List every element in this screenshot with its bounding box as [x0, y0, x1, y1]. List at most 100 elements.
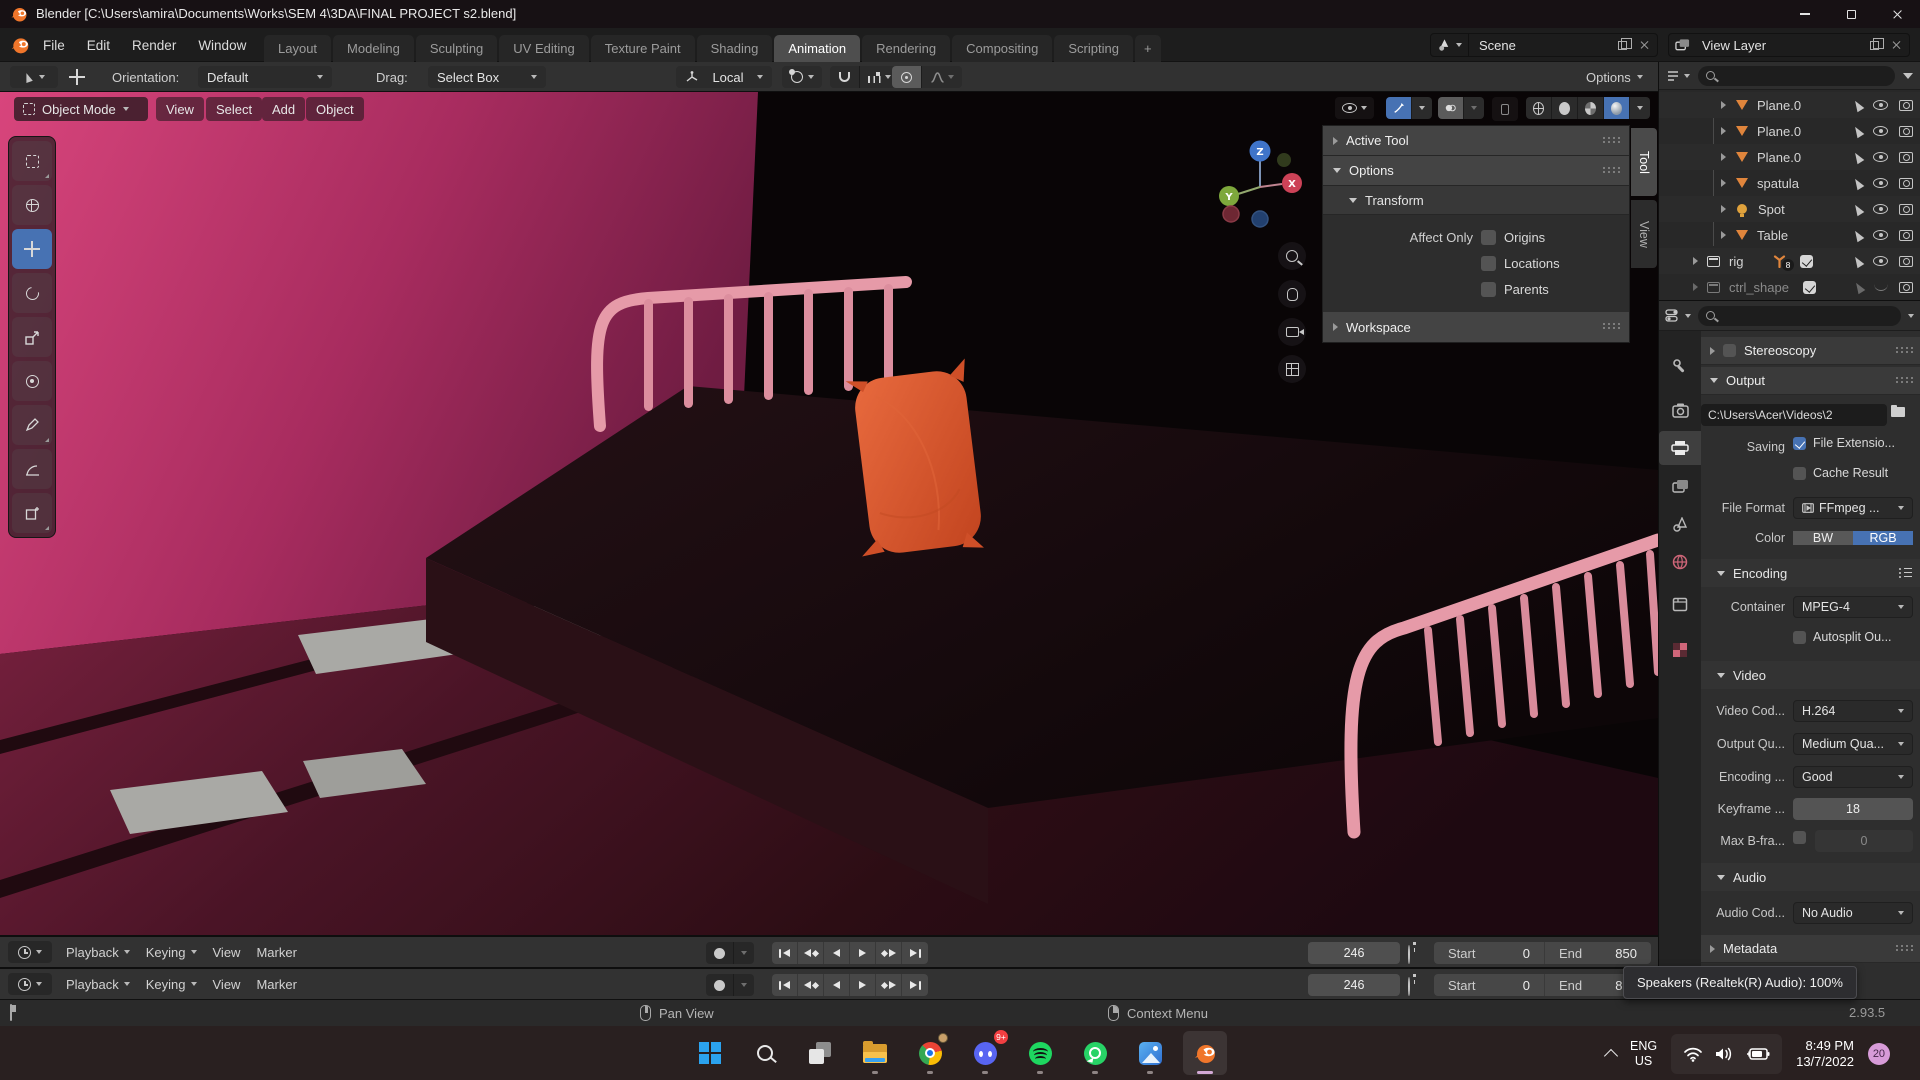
selectable-icon[interactable] [1852, 254, 1865, 268]
keyframe-interval-slider[interactable]: 18 [1793, 798, 1913, 820]
tool-scale[interactable] [12, 317, 52, 357]
tool-add-cube[interactable] [12, 493, 52, 533]
discord-button[interactable]: 9+ [963, 1031, 1007, 1075]
panel-video[interactable]: Video [1701, 661, 1920, 689]
selectable-icon[interactable] [1852, 124, 1865, 138]
mode-dropdown[interactable]: Object Mode [14, 97, 148, 121]
blender-menu-logo-icon[interactable] [10, 35, 30, 60]
drag-grip-icon[interactable] [1896, 350, 1912, 352]
snap-toggle[interactable] [830, 66, 860, 88]
selectable-icon[interactable] [1852, 150, 1865, 164]
tool-rotate[interactable] [12, 273, 52, 313]
output-path-field[interactable]: C:\Users\Acer\Videos\2 [1701, 404, 1887, 426]
encoding-speed-dropdown[interactable]: Good [1793, 766, 1913, 788]
filter-icon[interactable] [1903, 73, 1913, 79]
task-view-button[interactable] [798, 1031, 842, 1075]
menu-file[interactable]: File [32, 28, 76, 62]
tab-animation[interactable]: Animation [774, 35, 860, 62]
scene-selector[interactable]: Scene [1430, 33, 1658, 57]
origins-checkbox[interactable] [1481, 230, 1496, 245]
whatsapp-button[interactable] [1073, 1031, 1117, 1075]
pivot-point-dropdown[interactable] [782, 66, 822, 88]
outliner-row-spatula[interactable]: spatula [1659, 170, 1920, 196]
chevron-down-icon[interactable] [1908, 314, 1914, 318]
view-layer-name[interactable]: View Layer [1696, 38, 1870, 53]
tool-measure[interactable] [12, 449, 52, 489]
eye-icon[interactable] [1873, 256, 1888, 266]
use-preview-range-button[interactable] [1408, 978, 1410, 996]
outliner-row-plane2[interactable]: Plane.0 [1659, 118, 1920, 144]
xray-toggle[interactable] [1492, 97, 1518, 121]
shading-solid-button[interactable] [1552, 97, 1578, 119]
file-extensions-checkbox[interactable] [1793, 437, 1806, 450]
clock[interactable]: 8:49 PM 13/7/2022 [1796, 1038, 1854, 1070]
eye-icon[interactable] [1873, 126, 1888, 136]
current-frame-field[interactable]: 246 [1308, 974, 1400, 996]
cache-result-row[interactable]: Cache Result [1793, 466, 1888, 480]
keying-set-dropdown[interactable] [734, 974, 754, 996]
editor-type-dropdown[interactable] [8, 941, 52, 963]
proportional-edit-toggle[interactable] [892, 66, 922, 88]
tab-world[interactable] [1659, 545, 1701, 579]
add-workspace-button[interactable]: + [1135, 35, 1161, 62]
tab-compositing[interactable]: Compositing [952, 35, 1052, 62]
browse-folder-button[interactable] [1891, 407, 1905, 417]
panel-metadata[interactable]: Metadata [1701, 935, 1920, 963]
max-b-frames-field[interactable]: 0 [1815, 830, 1913, 852]
camera-icon[interactable] [1899, 100, 1913, 111]
drag-grip-icon[interactable] [1603, 140, 1619, 142]
camera-icon[interactable] [1899, 152, 1913, 163]
eye-icon[interactable] [1873, 230, 1888, 240]
max-b-frames-checkbox[interactable] [1793, 831, 1806, 844]
panel-encoding[interactable]: Encoding [1701, 559, 1920, 587]
menu-edit[interactable]: Edit [76, 28, 121, 62]
play-reverse-button[interactable] [824, 942, 850, 964]
proportional-falloff-dropdown[interactable] [922, 66, 962, 88]
collection-checkbox[interactable] [1800, 255, 1813, 268]
color-rgb-button[interactable]: RGB [1853, 531, 1913, 545]
show-gizmos-toggle[interactable] [1386, 97, 1412, 119]
expand-icon[interactable] [1721, 231, 1726, 239]
panel-audio[interactable]: Audio [1701, 863, 1920, 891]
viewport-menu-view[interactable]: View [156, 97, 204, 121]
3d-viewport[interactable]: Object Mode View Select Add Object [0, 92, 1658, 935]
tab-sculpting[interactable]: Sculpting [416, 35, 497, 62]
tab-render[interactable] [1659, 393, 1701, 427]
jump-to-start-button[interactable] [772, 974, 798, 996]
expand-icon[interactable] [1721, 179, 1726, 187]
language-switcher[interactable]: ENG US [1630, 1039, 1657, 1069]
scene-name[interactable]: Scene [1469, 38, 1618, 53]
file-format-dropdown[interactable]: FFmpeg ... [1793, 497, 1913, 519]
jump-to-start-button[interactable] [772, 942, 798, 964]
record-button[interactable] [706, 974, 734, 996]
file-explorer-button[interactable] [853, 1031, 897, 1075]
shading-wireframe-button[interactable] [1526, 97, 1552, 119]
collection-checkbox[interactable] [1803, 281, 1816, 294]
tool-move[interactable] [12, 229, 52, 269]
properties-editor-type-dropdown[interactable] [1665, 309, 1691, 322]
search-button[interactable] [743, 1031, 787, 1075]
spotify-button[interactable] [1018, 1031, 1062, 1075]
expand-icon[interactable] [1693, 257, 1698, 265]
expand-icon[interactable] [1721, 127, 1726, 135]
expand-icon[interactable] [1721, 153, 1726, 161]
camera-icon[interactable] [1899, 126, 1913, 137]
view-menu[interactable]: View [205, 937, 249, 967]
jump-to-end-button[interactable] [902, 974, 928, 996]
camera-icon[interactable] [1899, 230, 1913, 241]
current-frame-field[interactable]: 246 [1308, 942, 1400, 964]
transform-orientation-dropdown[interactable]: Local [676, 66, 772, 88]
active-tool-button[interactable] [10, 66, 58, 88]
show-overlays-toggle[interactable] [1438, 97, 1464, 119]
eye-closed-icon[interactable] [1874, 284, 1888, 291]
visibility-dropdown[interactable] [1335, 97, 1374, 119]
maximize-button[interactable] [1828, 0, 1874, 28]
viewport-menu-add[interactable]: Add [262, 97, 305, 121]
view-menu[interactable]: View [205, 969, 249, 999]
file-extensions-row[interactable]: File Extensio... [1793, 436, 1895, 450]
eye-icon[interactable] [1873, 100, 1888, 110]
camera-icon[interactable] [1899, 178, 1913, 189]
quality-dropdown[interactable]: Medium Qua... [1793, 733, 1913, 755]
minimize-button[interactable] [1782, 0, 1828, 28]
ortho-toggle-button[interactable] [1278, 355, 1306, 383]
